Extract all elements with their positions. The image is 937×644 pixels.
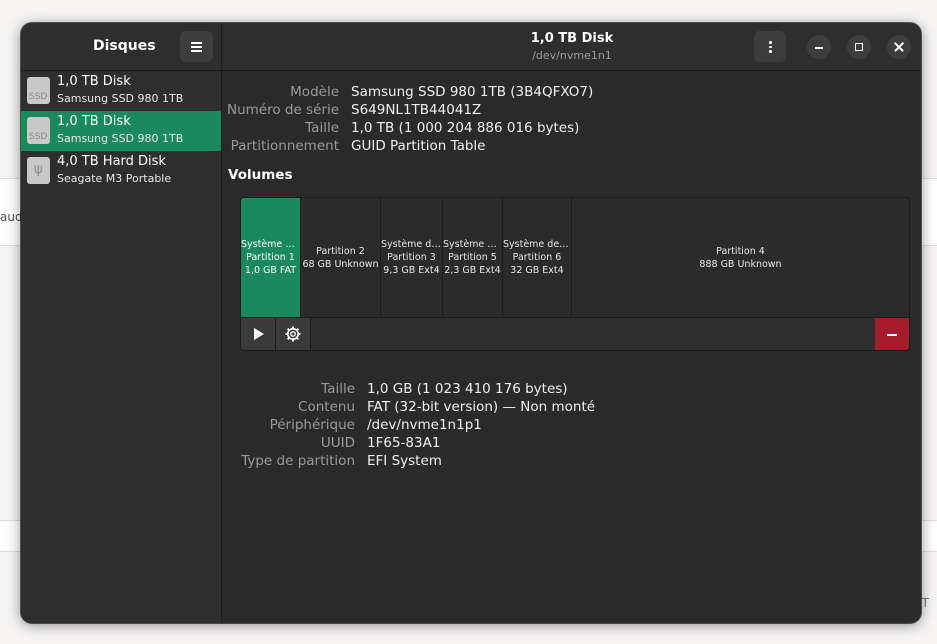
partition-info: 68 GB Unknown (302, 258, 379, 270)
content-label: Contenu (298, 399, 355, 415)
usb-drive-icon: ψ (27, 157, 50, 184)
partition-fs-name: Système de ... (443, 239, 502, 250)
device-label: Périphérique (269, 417, 355, 433)
size-label: Taille (305, 120, 339, 136)
minimize-button[interactable] (807, 35, 831, 59)
play-icon (254, 328, 264, 340)
kebab-icon-dot (769, 50, 772, 53)
hamburger-icon (191, 42, 202, 44)
sidebar-header: Disques (21, 23, 221, 71)
disk-name: 1,0 TB Disk (57, 74, 131, 89)
partition-fs-name: Système de ... (381, 239, 442, 250)
usb-symbol-icon: ψ (34, 162, 43, 177)
partition-name: Partition 6 (512, 252, 562, 263)
partition-block[interactable]: Partition 4 888 GB Unknown (572, 198, 909, 317)
partition-fs-name: Système de fic... (503, 239, 571, 250)
partition-block[interactable]: Système de ... Partition 3 9,3 GB Ext4 (381, 198, 443, 317)
disk-list-item[interactable]: SSD 1,0 TB Disk Samsung SSD 980 1TB (21, 71, 221, 111)
partition-block[interactable]: Système de ... Partition 5 2,3 GB Ext4 (443, 198, 503, 317)
kebab-icon-dot (769, 45, 772, 48)
serial-label: Numéro de série (226, 102, 339, 118)
content-value: FAT (32-bit version) — Non monté (367, 399, 596, 415)
partition-type-value: EFI System (367, 453, 442, 469)
partitioning-value: GUID Partition Table (351, 138, 486, 154)
partition-info: 1,0 GB FAT (244, 265, 297, 276)
mount-button[interactable] (241, 318, 276, 350)
sidebar: Disques SSD 1,0 TB Disk Samsung SSD 980 … (21, 23, 222, 623)
partition-info: 9,3 GB Ext4 (383, 265, 440, 276)
sidebar-title: Disques (93, 38, 156, 54)
hamburger-icon-line (191, 50, 202, 52)
partition-fs-name: Système de ... (241, 239, 300, 250)
partition-block[interactable]: Partition 2 68 GB Unknown (301, 198, 381, 317)
hamburger-icon-line (191, 46, 202, 48)
partition-row: Système de ... Partition 1 1,0 GB FAT Pa… (241, 198, 909, 318)
partition-size-value: 1,0 GB (1 023 410 176 bytes) (367, 381, 568, 397)
hamburger-menu-button[interactable] (180, 31, 213, 62)
volumes-map: Système de ... Partition 1 1,0 GB FAT Pa… (240, 197, 910, 351)
partition-block[interactable]: Système de fic... Partition 6 32 GB Ext4 (503, 198, 572, 317)
partition-options-button[interactable] (276, 318, 311, 350)
partition-block-selected[interactable]: Système de ... Partition 1 1,0 GB FAT (241, 198, 301, 317)
model-value: Samsung SSD 980 1TB (3B4QFXO7) (351, 84, 594, 100)
ssd-icon-label: SSD (29, 132, 48, 142)
disk-list-item[interactable]: ψ 4,0 TB Hard Disk Seagate M3 Portable (21, 151, 221, 191)
background-text: T (921, 596, 929, 610)
uuid-value: 1F65-83A1 (367, 435, 441, 451)
partition-info: 888 GB Unknown (699, 258, 782, 270)
volume-toolbar (241, 318, 909, 350)
partition-type-label: Type de partition (241, 453, 355, 469)
partition-name: Partition 1 (246, 252, 295, 263)
partition-info: 2,3 GB Ext4 (444, 265, 501, 276)
disk-model: Seagate M3 Portable (57, 172, 172, 185)
partition-info: 32 GB Ext4 (510, 265, 564, 276)
partition-size-label: Taille (321, 381, 355, 397)
ssd-icon: SSD (27, 117, 50, 144)
ssd-icon: SSD (27, 77, 50, 104)
gear-icon (285, 326, 301, 342)
partition-name: Partition 4 (716, 245, 765, 257)
partitioning-label: Partitionnement (230, 138, 339, 154)
main-content: Modèle Samsung SSD 980 1TB (3B4QFXO7) Nu… (222, 71, 921, 623)
disk-list-item-selected[interactable]: SSD 1,0 TB Disk Samsung SSD 980 1TB (21, 111, 221, 151)
disk-model: Samsung SSD 980 1TB (57, 92, 184, 105)
close-button[interactable] (887, 35, 911, 59)
uuid-label: UUID (320, 435, 355, 451)
ssd-icon-label: SSD (29, 92, 48, 102)
partition-name: Partition 5 (448, 252, 497, 263)
header-bar: 1,0 TB Disk /dev/nvme1n1 (222, 23, 921, 71)
serial-value: S649NL1TB44041Z (351, 102, 482, 118)
device-value: /dev/nvme1n1p1 (367, 417, 482, 433)
volumes-heading: Volumes (228, 167, 293, 183)
disks-window: Disques SSD 1,0 TB Disk Samsung SSD 980 … (21, 23, 921, 623)
disk-name: 4,0 TB Hard Disk (57, 154, 166, 169)
partition-name: Partition 2 (316, 245, 365, 257)
size-value: 1,0 TB (1 000 204 886 016 bytes) (351, 120, 580, 136)
model-label: Modèle (290, 84, 339, 100)
delete-partition-button[interactable] (875, 318, 909, 350)
disk-menu-button[interactable] (754, 31, 786, 62)
kebab-icon (769, 41, 772, 44)
partition-name: Partition 3 (387, 252, 436, 263)
disk-name: 1,0 TB Disk (57, 114, 131, 129)
background-text: aud (0, 210, 23, 224)
maximize-button[interactable] (847, 35, 871, 59)
disk-model: Samsung SSD 980 1TB (57, 132, 184, 145)
